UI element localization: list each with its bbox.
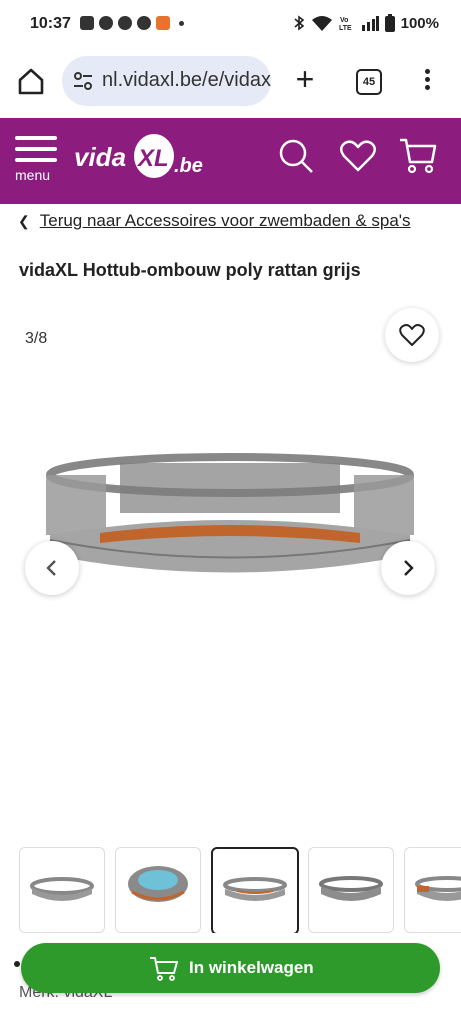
svg-text:XL: XL [136,145,169,172]
add-to-cart-label: In winkelwagen [189,958,314,977]
wishlist-button[interactable] [385,308,439,362]
svg-text:Vo: Vo [340,17,348,24]
facebook-icon [99,16,113,30]
chevron-right-icon [404,560,414,576]
image-counter: 3/8 [25,330,48,347]
chat-icon [80,16,94,30]
app-icon [156,16,170,30]
home-icon[interactable] [14,64,48,98]
hamburger-icon [15,136,57,140]
search-icon[interactable] [276,136,316,176]
system-icons: Vo LTE 100% [293,14,439,32]
add-to-cart-button[interactable]: In winkelwagen [21,943,440,993]
vidaxl-logo[interactable]: vida XL .be [74,132,204,182]
signal-icon [361,16,379,31]
thumbnail-3[interactable] [211,847,299,933]
hamburger-icon-bar [15,147,57,151]
messenger-icon [137,16,151,30]
thumbnail-4[interactable] [308,847,394,933]
hamburger-icon-bar [15,158,57,162]
heart-icon[interactable] [338,136,378,176]
cart-icon[interactable] [398,136,438,176]
thumbnail-5[interactable] [404,847,461,933]
new-tab-icon[interactable]: + [290,63,320,98]
wifi-icon [311,16,332,31]
facebook-icon [118,16,132,30]
bluetooth-icon [294,15,304,31]
menu-label: menu [15,167,51,183]
previous-image-button[interactable] [25,541,79,595]
volte-icon: VoLTE [339,17,352,31]
more-options-icon[interactable] [422,66,432,96]
tab-switcher-button[interactable]: 45 [356,69,382,95]
svg-text:.be: .be [174,155,203,177]
svg-text:LTE: LTE [339,25,352,31]
thumbnail-strip [19,847,461,933]
cart-icon [150,957,178,981]
menu-button[interactable]: menu [15,136,61,196]
status-bar: 10:37 Vo LTE 100% [0,0,461,50]
site-settings-icon[interactable] [72,70,94,92]
browser-toolbar: nl.vidaxl.be/e/vidaxl + 45 [0,50,461,118]
chevron-left-icon [46,560,56,576]
more-notifications-dot [179,20,184,26]
breadcrumb: ❮ Terug naar Accessoires voor zwembaden … [18,211,411,231]
product-image [46,453,414,573]
battery-percent: 100% [400,14,439,32]
status-time: 10:37 [30,15,71,32]
chevron-left-icon: ❮ [18,212,30,229]
heart-icon [399,324,425,346]
thumbnail-2[interactable] [115,847,201,933]
address-bar[interactable]: nl.vidaxl.be/e/vidaxl [62,56,271,106]
product-title: vidaXL Hottub-ombouw poly rattan grijs [19,260,361,280]
bullet-dot [14,961,20,967]
thumbnail-1[interactable] [19,847,105,933]
url-text: nl.vidaxl.be/e/vidaxl [102,69,271,91]
svg-text:vida: vida [74,142,126,172]
battery-icon [384,14,395,32]
breadcrumb-back-link[interactable]: Terug naar Accessoires voor zwembaden & … [40,211,411,231]
next-image-button[interactable] [381,541,435,595]
site-header: menu vida XL .be [0,118,461,204]
notification-icons [80,16,184,30]
